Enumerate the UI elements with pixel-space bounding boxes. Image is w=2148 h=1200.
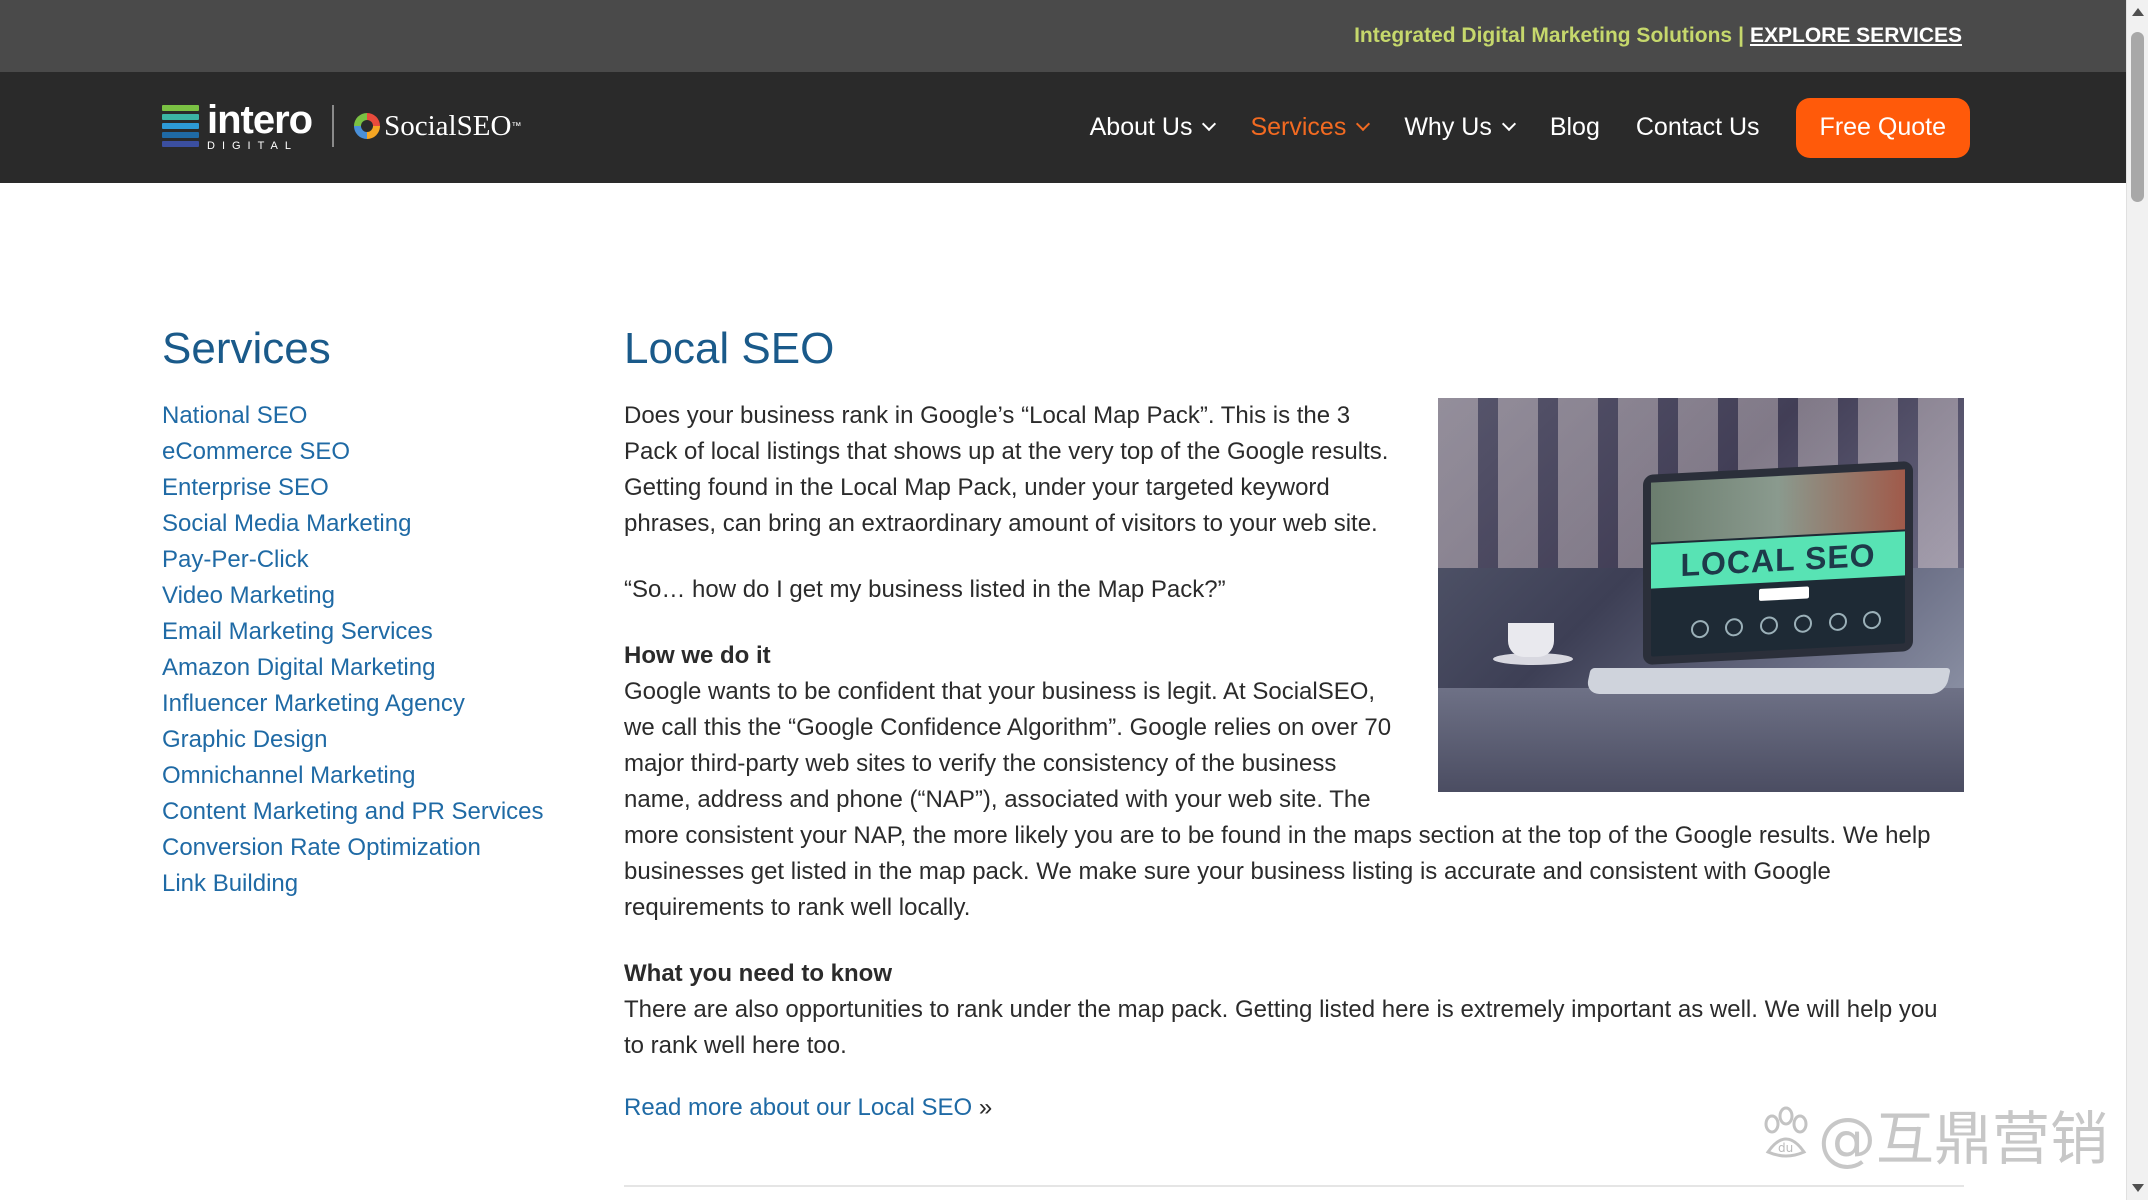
announcement-bar: Integrated Digital Marketing Solutions |… <box>0 0 2126 72</box>
intero-logo-subtext: DIGITAL <box>207 140 298 152</box>
socialseo-trademark: ™ <box>511 120 522 132</box>
sidebar-item-ecommerce-seo[interactable]: eCommerce SEO <box>162 434 562 470</box>
sidebar-item-link-building[interactable]: Link Building <box>162 866 562 902</box>
chevron-down-icon <box>1356 116 1371 132</box>
logo-divider <box>332 105 335 147</box>
hero-coffee-cup <box>1508 623 1554 657</box>
circle-icon <box>1828 612 1847 632</box>
circle-icon <box>1725 617 1744 637</box>
watermark-text: @互鼎营销 <box>1817 1105 2108 1173</box>
nav-item-services[interactable]: Services <box>1250 113 1371 142</box>
nav-item-contact-us[interactable]: Contact Us <box>1636 113 1760 142</box>
content-divider <box>624 1185 1964 1187</box>
sidebar-item-graphic-design[interactable]: Graphic Design <box>162 722 562 758</box>
logo-bars-icon <box>162 105 199 147</box>
sidebar-item-omnichannel-marketing[interactable]: Omnichannel Marketing <box>162 758 562 794</box>
main-content: Local SEO LOCAL SEO Does your business r… <box>624 324 1964 1122</box>
what-you-need-to-know-section: What you need to know There are also opp… <box>624 956 1964 1064</box>
circle-icon <box>1862 610 1881 630</box>
section-body: There are also opportunities to rank und… <box>624 996 1938 1059</box>
nav-item-label: Contact Us <box>1635 113 1760 141</box>
nav-item-label: Services <box>1250 113 1347 141</box>
nav-item-blog[interactable]: Blog <box>1550 113 1600 142</box>
sidebar-item-influencer-marketing[interactable]: Influencer Marketing Agency <box>162 686 562 722</box>
nav-item-label: Why Us <box>1404 113 1492 141</box>
hero-screen-button <box>1759 586 1809 601</box>
intero-wordmark: intero DIGITAL <box>207 98 313 152</box>
hero-screen-icons <box>1691 610 1881 639</box>
scroll-down-arrow-icon[interactable] <box>2132 1184 2144 1192</box>
announcement-tagline: Integrated Digital Marketing Solutions <box>1354 24 1733 47</box>
sidebar-item-conversion-rate-optimization[interactable]: Conversion Rate Optimization <box>162 830 562 866</box>
hero-laptop-screen: LOCAL SEO <box>1643 460 1913 666</box>
nav-item-about-us[interactable]: About Us <box>1089 113 1217 142</box>
scroll-thumb[interactable] <box>2131 32 2144 202</box>
nav-item-why-us[interactable]: Why Us <box>1404 113 1516 142</box>
sidebar-item-social-media-marketing[interactable]: Social Media Marketing <box>162 506 562 542</box>
explore-services-link[interactable]: EXPLORE SERVICES <box>1750 24 1962 48</box>
sidebar-item-video-marketing[interactable]: Video Marketing <box>162 578 562 614</box>
circle-icon <box>1759 616 1778 635</box>
scroll-up-arrow-icon[interactable] <box>2132 8 2144 16</box>
socialseo-logo-text: SocialSEO <box>384 109 512 142</box>
page-scrollbar[interactable] <box>2126 0 2148 1200</box>
paw-label: du <box>1778 1141 1793 1155</box>
local-seo-hero-image: LOCAL SEO <box>1438 398 1964 792</box>
chevron-down-icon <box>1501 116 1516 132</box>
nav-item-label: About Us <box>1089 113 1193 141</box>
sidebar-item-email-marketing[interactable]: Email Marketing Services <box>162 614 562 650</box>
circle-icon <box>1691 619 1709 639</box>
circle-icon <box>1794 614 1813 634</box>
sidebar-title: Services <box>162 324 331 373</box>
free-quote-button[interactable]: Free Quote <box>1795 97 1970 158</box>
hero-screen-header <box>1651 469 1905 543</box>
sidebar-item-amazon-digital-marketing[interactable]: Amazon Digital Marketing <box>162 650 562 686</box>
sidebar-item-enterprise-seo[interactable]: Enterprise SEO <box>162 470 562 506</box>
section-heading: What you need to know <box>624 960 892 987</box>
read-more-arrow: » <box>972 1094 993 1121</box>
socialseo-ring-icon <box>354 113 381 139</box>
services-list: National SEO eCommerce SEO Enterprise SE… <box>162 398 562 902</box>
hero-laptop-base <box>1585 668 1951 694</box>
paw-icon: du <box>1764 1106 1808 1158</box>
read-more-label: Read more about our Local SEO <box>624 1094 973 1121</box>
socialseo-logo: SocialSEO ™ <box>354 110 521 143</box>
nav-menu: About Us Services Why Us Blog Contact Us… <box>1054 72 1970 183</box>
announcement-separator: | <box>1738 24 1744 47</box>
intero-logo-text: intero <box>207 98 313 142</box>
nav-item-label: Blog <box>1549 113 1600 141</box>
main-nav: intero DIGITAL SocialSEO ™ About Us Serv… <box>0 72 2126 183</box>
site-logo[interactable]: intero DIGITAL SocialSEO ™ <box>162 98 521 152</box>
sidebar-item-pay-per-click[interactable]: Pay-Per-Click <box>162 542 562 578</box>
hero-desk <box>1438 688 1964 792</box>
watermark: du @互鼎营销 <box>1758 1092 2108 1176</box>
page-title: Local SEO <box>624 324 835 373</box>
chevron-down-icon <box>1202 116 1217 132</box>
sidebar-item-content-marketing-pr[interactable]: Content Marketing and PR Services <box>162 794 562 830</box>
sidebar-item-national-seo[interactable]: National SEO <box>162 398 562 434</box>
services-sidebar: Services National SEO eCommerce SEO Ente… <box>162 324 562 902</box>
